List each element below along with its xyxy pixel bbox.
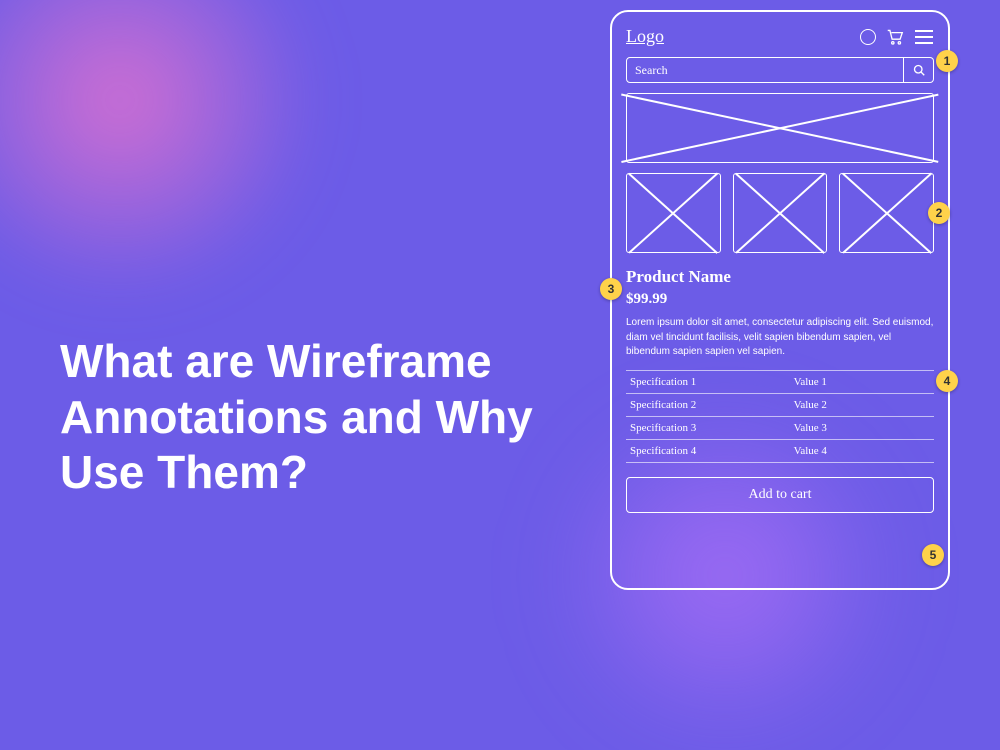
thumbnail-placeholder[interactable] — [839, 173, 934, 253]
spec-row: Specification 1 Value 1 — [626, 370, 934, 394]
annotation-badge-1: 1 — [936, 50, 958, 72]
spec-key: Specification 3 — [630, 422, 794, 434]
spec-value: Value 1 — [794, 376, 930, 388]
spec-key: Specification 2 — [630, 399, 794, 411]
annotation-badge-4: 4 — [936, 370, 958, 392]
hero-image-placeholder — [626, 93, 934, 163]
product-price: $99.99 — [626, 291, 934, 308]
product-description: Lorem ipsum dolor sit amet, consectetur … — [626, 316, 934, 360]
thumbnail-placeholder[interactable] — [733, 173, 828, 253]
logo[interactable]: Logo — [626, 26, 664, 47]
top-icons — [860, 29, 934, 45]
spec-row: Specification 4 Value 4 — [626, 440, 934, 463]
profile-icon[interactable] — [860, 29, 876, 45]
annotation-badge-3: 3 — [600, 278, 622, 300]
thumbnail-placeholder[interactable] — [626, 173, 721, 253]
search-button[interactable] — [904, 57, 934, 83]
hamburger-icon[interactable] — [914, 30, 934, 44]
spec-row: Specification 3 Value 3 — [626, 417, 934, 440]
product-name: Product Name — [626, 267, 934, 287]
phone-wireframe: 1 2 3 4 5 Logo Search — [610, 10, 950, 590]
search-icon — [913, 64, 925, 76]
spec-key: Specification 1 — [630, 376, 794, 388]
annotation-badge-2: 2 — [928, 202, 950, 224]
spec-value: Value 4 — [794, 445, 930, 457]
spec-table: Specification 1 Value 1 Specification 2 … — [626, 370, 934, 463]
spec-value: Value 2 — [794, 399, 930, 411]
bg-blob — [0, 0, 320, 300]
spec-value: Value 3 — [794, 422, 930, 434]
cart-icon[interactable] — [886, 29, 904, 45]
annotation-badge-5: 5 — [922, 544, 944, 566]
add-to-cart-button[interactable]: Add to cart — [626, 477, 934, 513]
page-title: What are Wireframe Annotations and Why U… — [60, 334, 540, 500]
product-section: Product Name $99.99 Lorem ipsum dolor si… — [626, 267, 934, 513]
spec-row: Specification 2 Value 2 — [626, 394, 934, 417]
top-bar: Logo — [626, 26, 934, 47]
search-input[interactable]: Search — [626, 57, 904, 83]
search-row: Search — [626, 57, 934, 83]
thumbnail-row — [626, 173, 934, 253]
spec-key: Specification 4 — [630, 445, 794, 457]
